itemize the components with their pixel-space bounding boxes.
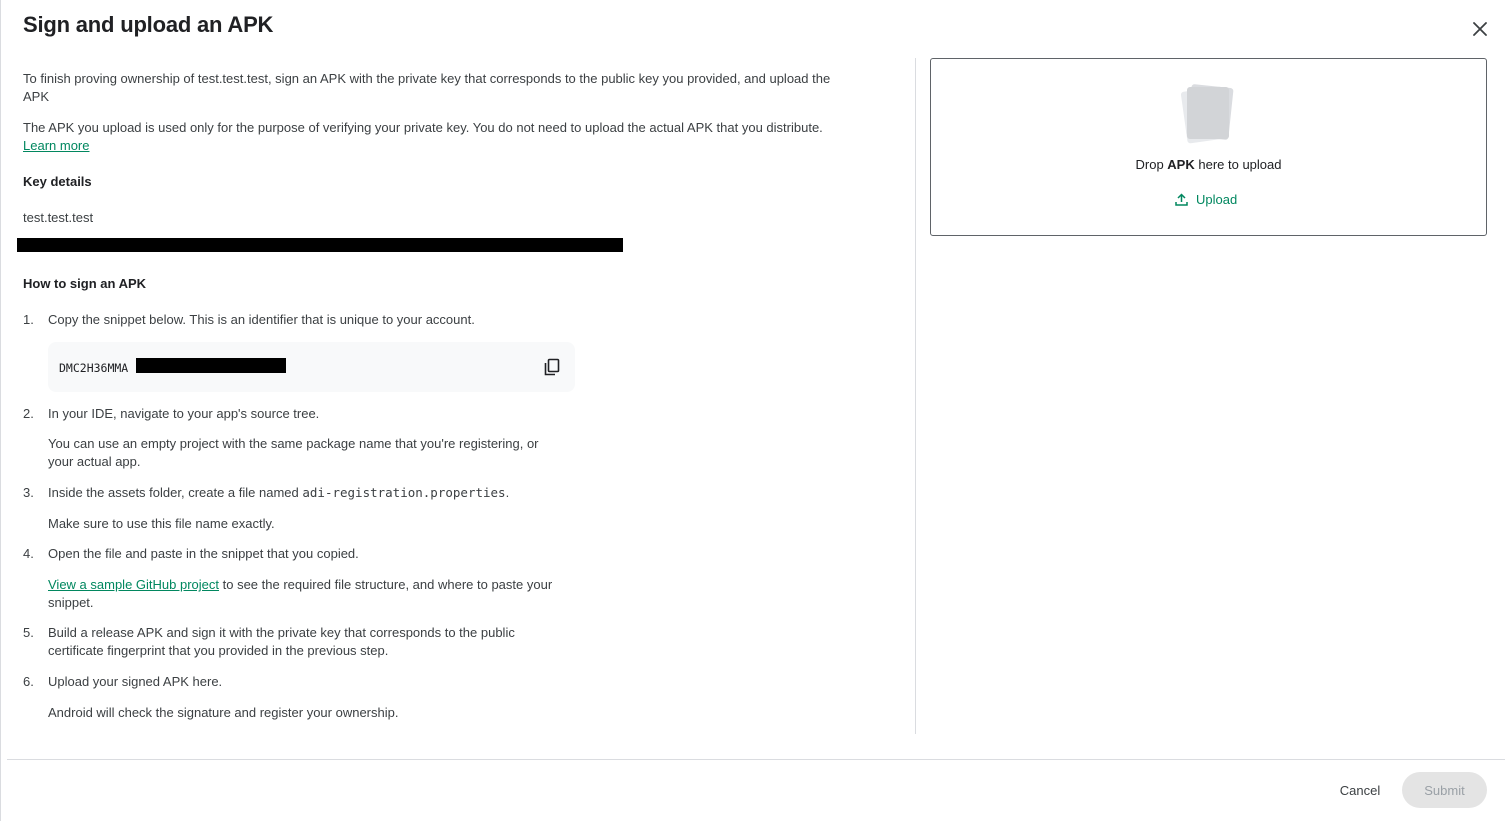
drop-hint: Drop APK here to upload: [931, 157, 1486, 172]
vertical-divider: [915, 58, 916, 734]
step-number: 1.: [23, 312, 34, 327]
step-subtext: You can use an empty project with the sa…: [48, 436, 539, 469]
purpose-paragraph: The APK you upload is used only for the …: [23, 119, 823, 155]
step-number: 2.: [23, 406, 34, 421]
apk-dropzone[interactable]: Drop APK here to upload Upload: [930, 58, 1487, 236]
snippet-box: DMC2H36MMA: [48, 342, 575, 392]
copy-icon: [544, 358, 560, 376]
step-text: Copy the snippet below. This is an ident…: [48, 312, 475, 327]
upload-icon: [1175, 192, 1188, 206]
upload-button[interactable]: Upload: [1175, 189, 1237, 209]
copy-button[interactable]: [540, 355, 564, 379]
sign-upload-dialog: Sign and upload an APK To finish proving…: [0, 0, 1505, 821]
step-subtext: Make sure to use this file name exactly.: [48, 516, 275, 531]
purpose-text: The APK you upload is used only for the …: [23, 120, 823, 135]
learn-more-link[interactable]: Learn more: [23, 138, 89, 153]
step-text: In your IDE, navigate to your app's sour…: [48, 406, 320, 421]
snippet-text: DMC2H36MMA: [59, 361, 129, 375]
step-number: 4.: [23, 546, 34, 561]
drop-text-after: here to upload: [1194, 157, 1282, 172]
step-text-before: Inside the assets folder, create a file …: [48, 485, 303, 500]
package-name: test.test.test: [23, 210, 94, 225]
dialog-title: Sign and upload an APK: [23, 12, 274, 37]
step-subtext: Android will check the signature and reg…: [48, 705, 399, 720]
footer-divider: [7, 759, 1505, 760]
how-to-heading: How to sign an APK: [23, 276, 147, 291]
upload-label: Upload: [1196, 191, 1238, 207]
step-number: 6.: [23, 674, 34, 689]
redacted-snippet: [136, 358, 286, 373]
step-text: Inside the assets folder, create a file …: [48, 484, 588, 502]
step-text-after: .: [505, 485, 510, 500]
step-subtext: View a sample GitHub project to see the …: [48, 576, 578, 612]
step-text: Open the file and paste in the snippet t…: [48, 546, 359, 561]
drop-text-before: Drop: [1135, 157, 1168, 172]
file-name-code: adi-registration.properties: [302, 485, 506, 500]
step-number: 3.: [23, 485, 34, 500]
redacted-fingerprint: [17, 238, 623, 252]
step-text: Build a release APK and sign it with the…: [48, 625, 515, 658]
step-number: 5.: [23, 625, 34, 640]
step-text: Upload your signed APK here.: [48, 674, 223, 689]
key-details-heading: Key details: [23, 174, 92, 189]
file-stack-icon: [1181, 84, 1234, 144]
drop-text-bold: APK: [1167, 157, 1195, 172]
close-button[interactable]: [1467, 16, 1493, 42]
intro-paragraph: To finish proving ownership of test.test…: [23, 71, 831, 104]
github-sample-link[interactable]: View a sample GitHub project: [48, 577, 219, 592]
close-icon: [1473, 22, 1487, 36]
cancel-button[interactable]: Cancel: [1327, 773, 1393, 807]
submit-button[interactable]: Submit: [1402, 772, 1487, 808]
